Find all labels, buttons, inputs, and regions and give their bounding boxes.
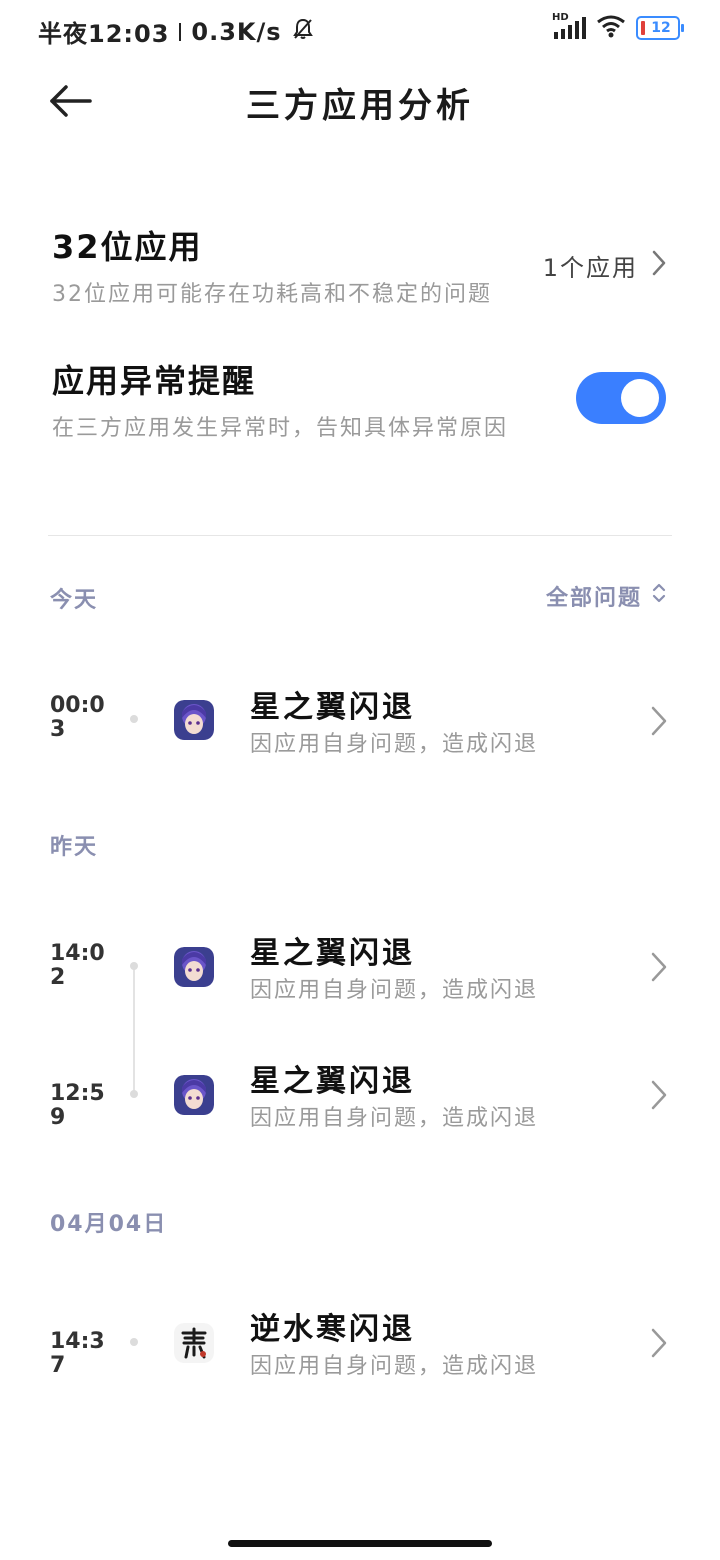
- timeline-dot: [130, 715, 138, 723]
- timeline-dot: [130, 1338, 138, 1346]
- event-title: 逆水寒闪退: [250, 1312, 415, 1347]
- event-time: 14:37: [50, 1329, 105, 1378]
- event-title: 星之翼闪退: [250, 936, 415, 971]
- toggle-knob: [621, 379, 659, 417]
- app-icon: [174, 1323, 214, 1363]
- app32-row[interactable]: 32位应用 32位应用可能存在功耗高和不稳定的问题 1个应用: [52, 222, 668, 312]
- wifi-icon: [596, 14, 626, 42]
- event-desc: 因应用自身问题，造成闪退: [250, 1354, 539, 1379]
- event-time: 00:03: [50, 693, 105, 742]
- app-icon: [174, 947, 214, 987]
- section-label-yesterday: 昨天: [50, 835, 99, 860]
- chevron-right-icon: [648, 704, 670, 738]
- timeline-dot: [130, 962, 138, 970]
- page-title: 三方应用分析: [246, 86, 474, 126]
- status-bar: 半夜12:03 0.3K/s HD 12: [0, 0, 720, 60]
- status-right: HD 12: [552, 12, 684, 42]
- chevron-right-icon: [648, 950, 670, 984]
- event-item[interactable]: 14:02 星之翼闪退 因应用自身问题，造成闪退: [0, 918, 720, 1018]
- section-label-today: 今天: [50, 588, 99, 613]
- battery-icon: 12: [636, 16, 684, 40]
- app32-count-group: 1个应用: [543, 248, 668, 283]
- chevron-right-icon: [648, 1326, 670, 1360]
- event-desc: 因应用自身问题，造成闪退: [250, 732, 539, 757]
- net-speed: 0.3K/s: [191, 17, 282, 46]
- event-desc: 因应用自身问题，造成闪退: [250, 978, 539, 1003]
- chevron-up-down-icon: [652, 582, 666, 610]
- status-left: 半夜12:03 0.3K/s: [38, 14, 314, 49]
- filter-button[interactable]: 全部问题: [546, 580, 666, 612]
- event-desc: 因应用自身问题，造成闪退: [250, 1106, 539, 1131]
- status-separator: [179, 22, 182, 41]
- event-time: 12:59: [50, 1081, 105, 1130]
- filter-label: 全部问题: [545, 586, 642, 611]
- event-title: 星之翼闪退: [250, 1064, 415, 1099]
- alert-row: 应用异常提醒 在三方应用发生异常时，告知具体异常原因: [52, 356, 668, 446]
- alert-toggle[interactable]: [576, 372, 666, 424]
- home-indicator[interactable]: [228, 1540, 492, 1547]
- app32-count: 1个应用: [542, 254, 638, 282]
- header: 三方应用分析: [0, 60, 720, 140]
- event-item[interactable]: 00:03 星之翼闪退 因应用自身问题，造成闪退: [0, 672, 720, 772]
- chevron-right-icon: [650, 249, 668, 283]
- divider: [48, 535, 672, 536]
- event-item[interactable]: 12:59 星之翼闪退 因应用自身问题，造成闪退: [0, 1046, 720, 1146]
- chevron-right-icon: [648, 1078, 670, 1112]
- alert-desc: 在三方应用发生异常时，告知具体异常原因: [52, 416, 509, 441]
- event-item[interactable]: 14:37 逆水寒闪退 因应用自身问题，造成闪退: [0, 1294, 720, 1394]
- status-time: 半夜12:03: [38, 20, 170, 48]
- bell-off-icon: [292, 17, 314, 47]
- battery-level: 12: [651, 20, 671, 36]
- event-title: 星之翼闪退: [250, 690, 415, 725]
- signal-icon: HD: [552, 12, 586, 40]
- app-icon: [174, 1075, 214, 1115]
- section-label-apr4: 04月04日: [50, 1212, 168, 1237]
- timeline-dot: [130, 1090, 138, 1098]
- event-time: 14:02: [50, 941, 105, 990]
- app-icon: [174, 700, 214, 740]
- battery-low-mark: [641, 21, 645, 35]
